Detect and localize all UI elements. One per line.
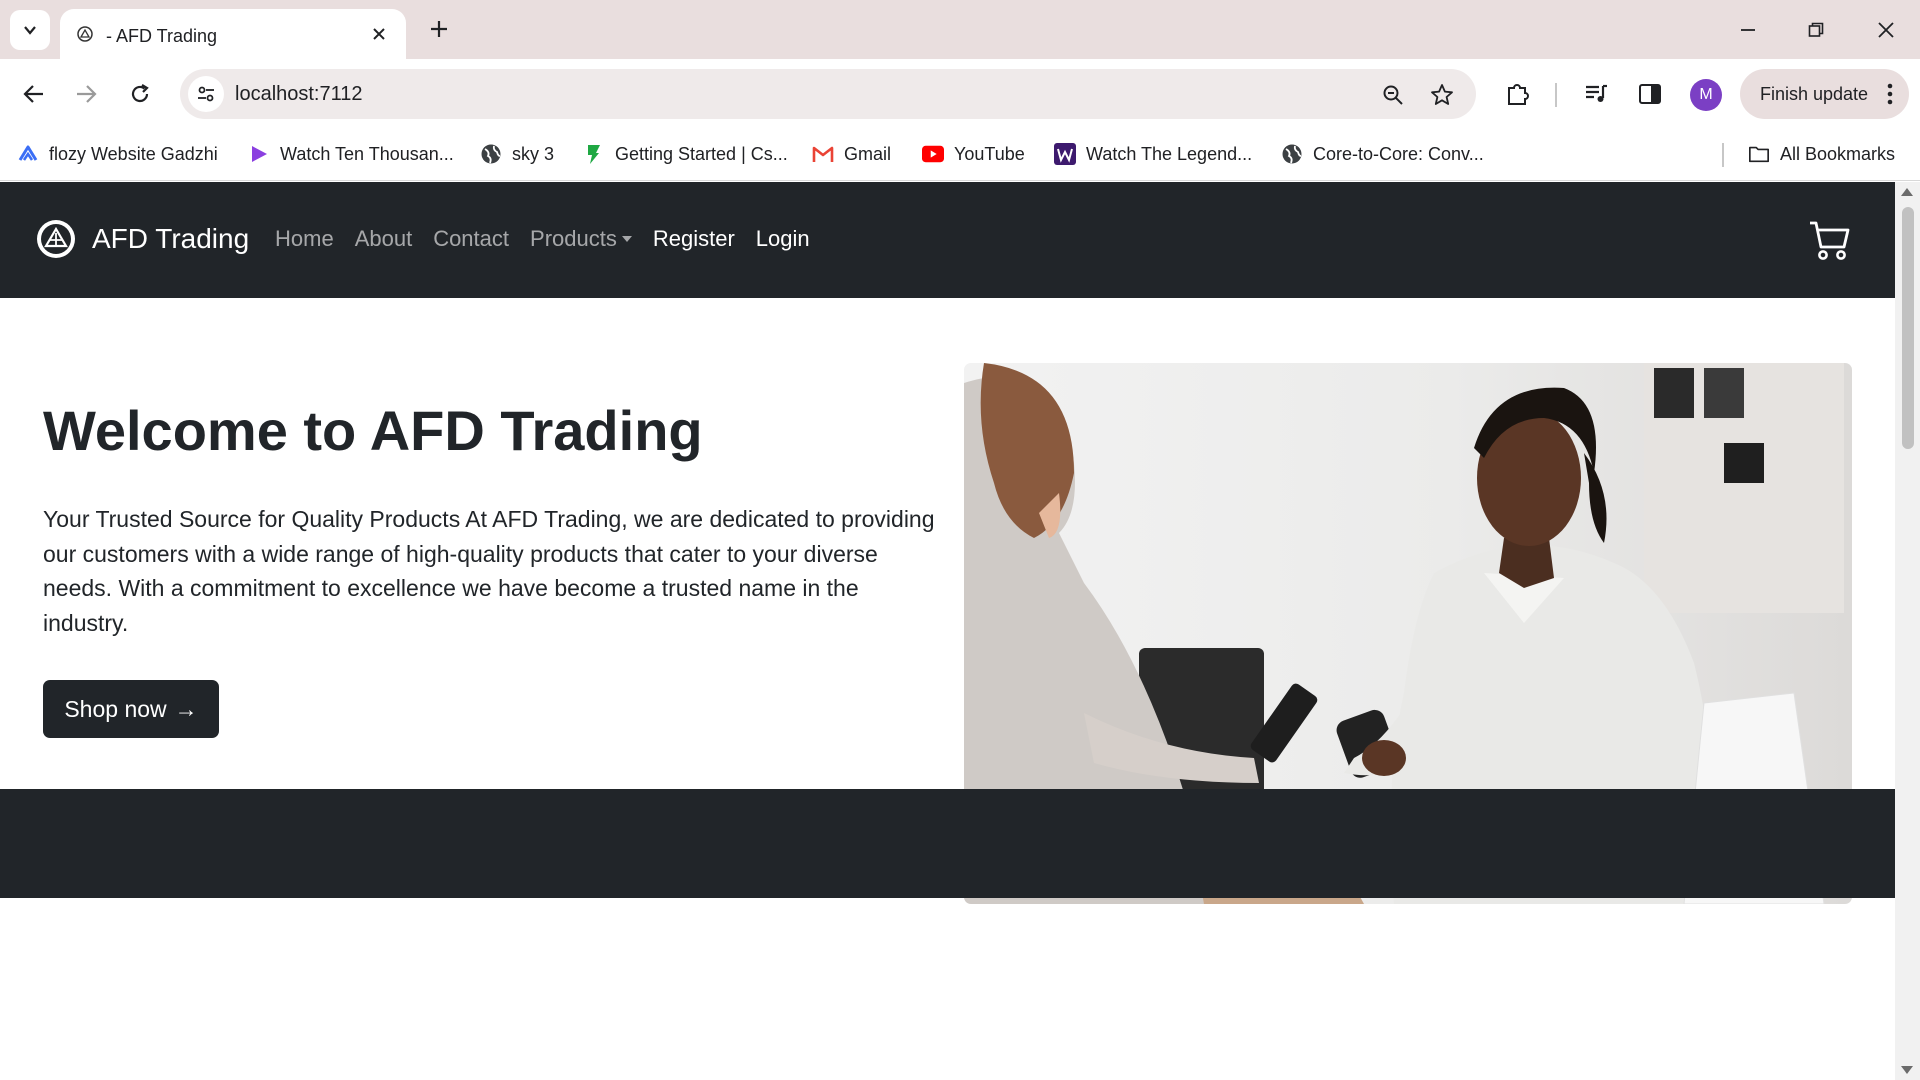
youtube-icon <box>922 143 944 165</box>
bookmark-item[interactable]: Core-to-Core: Conv... <box>1281 137 1484 171</box>
bookmark-item[interactable]: Getting Started | Cs... <box>583 137 788 171</box>
hero-title: Welcome to AFD Trading <box>43 399 703 462</box>
side-panel-button[interactable] <box>1632 76 1668 112</box>
bookmark-item[interactable]: flozy Website Gadzhi <box>17 137 218 171</box>
star-icon <box>1431 84 1453 105</box>
close-icon <box>373 28 385 40</box>
new-tab-button[interactable] <box>424 14 454 44</box>
bookmark-label: flozy Website Gadzhi <box>49 143 218 164</box>
tab-search-button[interactable] <box>10 10 50 50</box>
profile-avatar[interactable]: M <box>1690 79 1722 111</box>
plus-icon <box>431 21 447 37</box>
queue-music-icon <box>1586 84 1607 102</box>
all-bookmarks-label: All Bookmarks <box>1780 143 1896 164</box>
scroll-down-arrow-icon[interactable] <box>1901 1066 1913 1074</box>
zoom-button[interactable] <box>1380 82 1406 108</box>
shop-now-label: Shop now <box>64 695 167 722</box>
back-button[interactable] <box>14 74 54 114</box>
finish-update-button[interactable]: Finish update <box>1740 69 1909 119</box>
browser-toolbar: localhost:7112 M Finish update <box>0 59 1920 129</box>
hero-description: Your Trusted Source for Quality Products… <box>43 506 935 636</box>
forward-button[interactable] <box>66 74 106 114</box>
brand-name: AFD Trading <box>92 223 250 254</box>
quick-look-title: A Quick look <box>819 1025 1076 1072</box>
reload-icon <box>131 84 149 103</box>
globe-icon <box>480 143 502 165</box>
bookmark-label: Getting Started | Cs... <box>615 143 788 164</box>
tab-title: - AFD Trading <box>106 26 218 46</box>
bookmark-item[interactable]: Gmail <box>812 137 891 171</box>
cart-icon[interactable] <box>1808 218 1852 262</box>
tab-strip: - AFD Trading <box>0 0 1920 59</box>
site-favicon-icon <box>77 26 93 42</box>
bookmark-label: Watch Ten Thousan... <box>280 143 454 164</box>
site-info-button[interactable] <box>188 76 224 112</box>
bookmark-label: Core-to-Core: Conv... <box>1313 143 1484 164</box>
brand-logo-icon <box>37 220 75 258</box>
arrow-right-icon <box>77 85 97 103</box>
bookmarks-divider <box>1722 143 1724 167</box>
nav-home[interactable]: Home <box>275 226 334 252</box>
chevron-down-icon <box>24 26 36 35</box>
nav-contact[interactable]: Contact <box>433 226 509 252</box>
folder-icon <box>1748 143 1770 165</box>
nav-products-dropdown[interactable]: Products <box>530 226 632 252</box>
extensions-button[interactable] <box>1500 76 1536 112</box>
w-icon <box>1054 143 1076 165</box>
all-bookmarks-button[interactable]: All Bookmarks <box>1748 137 1895 171</box>
bookmarks-bar: flozy Website Gadzhi Watch Ten Thousan..… <box>0 129 1920 181</box>
url-text: localhost:7112 <box>235 83 363 105</box>
restore-button[interactable] <box>1798 12 1834 48</box>
flozy-icon <box>17 143 39 165</box>
bookmark-item[interactable]: Watch The Legend... <box>1054 137 1252 171</box>
active-tab[interactable]: - AFD Trading <box>60 9 406 59</box>
bookmark-item[interactable]: Watch Ten Thousan... <box>248 137 454 171</box>
more-menu-icon <box>1880 82 1900 106</box>
scroll-up-arrow-icon[interactable] <box>1901 188 1913 196</box>
bookmark-label: YouTube <box>954 143 1025 164</box>
scroll-thumb[interactable] <box>1902 207 1914 449</box>
close-window-button[interactable] <box>1868 12 1904 48</box>
address-bar[interactable]: localhost:7112 <box>180 69 1476 119</box>
nav-about[interactable]: About <box>355 226 413 252</box>
bookmark-label: sky 3 <box>512 143 555 164</box>
nav-login[interactable]: Login <box>756 226 810 252</box>
arrow-right-icon: → <box>174 695 198 722</box>
puzzle-icon <box>1508 84 1529 105</box>
bookmark-label: Gmail <box>844 143 892 164</box>
minimize-button[interactable] <box>1730 12 1766 48</box>
zoom-icon <box>1383 85 1403 105</box>
close-icon <box>1878 22 1894 38</box>
bookmark-item[interactable]: YouTube <box>922 137 1025 171</box>
brand-link[interactable]: AFD Trading <box>36 219 249 259</box>
page-scrollbar[interactable] <box>1895 182 1920 1080</box>
media-controls-button[interactable] <box>1578 76 1614 112</box>
globe-icon <box>1281 143 1303 165</box>
minimize-icon <box>1741 29 1755 31</box>
tune-icon <box>198 86 214 102</box>
bookmark-star-button[interactable] <box>1429 82 1455 108</box>
finish-update-label: Finish update <box>1760 84 1869 104</box>
caret-down-icon <box>621 236 632 242</box>
nav-products-label: Products <box>530 226 617 251</box>
nav-links: Home About Contact Products Register Log… <box>275 226 831 252</box>
nav-register[interactable]: Register <box>653 226 735 252</box>
gmail-icon <box>812 143 834 165</box>
bookmark-item[interactable]: sky 3 <box>480 137 554 171</box>
arrow-left-icon <box>23 85 43 103</box>
toolbar-divider <box>1555 83 1557 107</box>
bookmark-label: Watch The Legend... <box>1086 143 1253 164</box>
shop-now-button[interactable]: Shop now → <box>43 680 219 738</box>
site-navbar: AFD Trading Home About Contact Products … <box>0 182 1895 298</box>
side-panel-icon <box>1639 84 1661 104</box>
quick-look-section <box>0 789 1895 898</box>
play-icon <box>248 143 270 165</box>
tab-close-button[interactable] <box>366 21 392 47</box>
cs-icon <box>583 143 605 165</box>
restore-icon <box>1808 22 1824 37</box>
reload-button[interactable] <box>120 74 160 114</box>
